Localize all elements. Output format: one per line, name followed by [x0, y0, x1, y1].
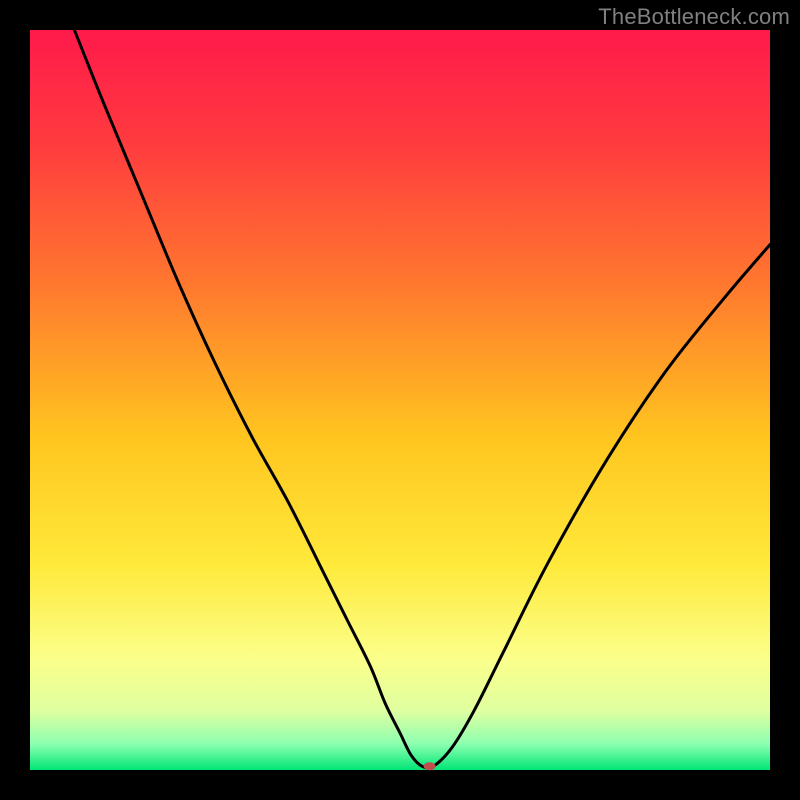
- watermark-text: TheBottleneck.com: [598, 4, 790, 30]
- bottleneck-chart: [0, 0, 800, 800]
- optimum-marker: [424, 762, 436, 770]
- chart-plot-area: [30, 30, 770, 770]
- chart-container: TheBottleneck.com: [0, 0, 800, 800]
